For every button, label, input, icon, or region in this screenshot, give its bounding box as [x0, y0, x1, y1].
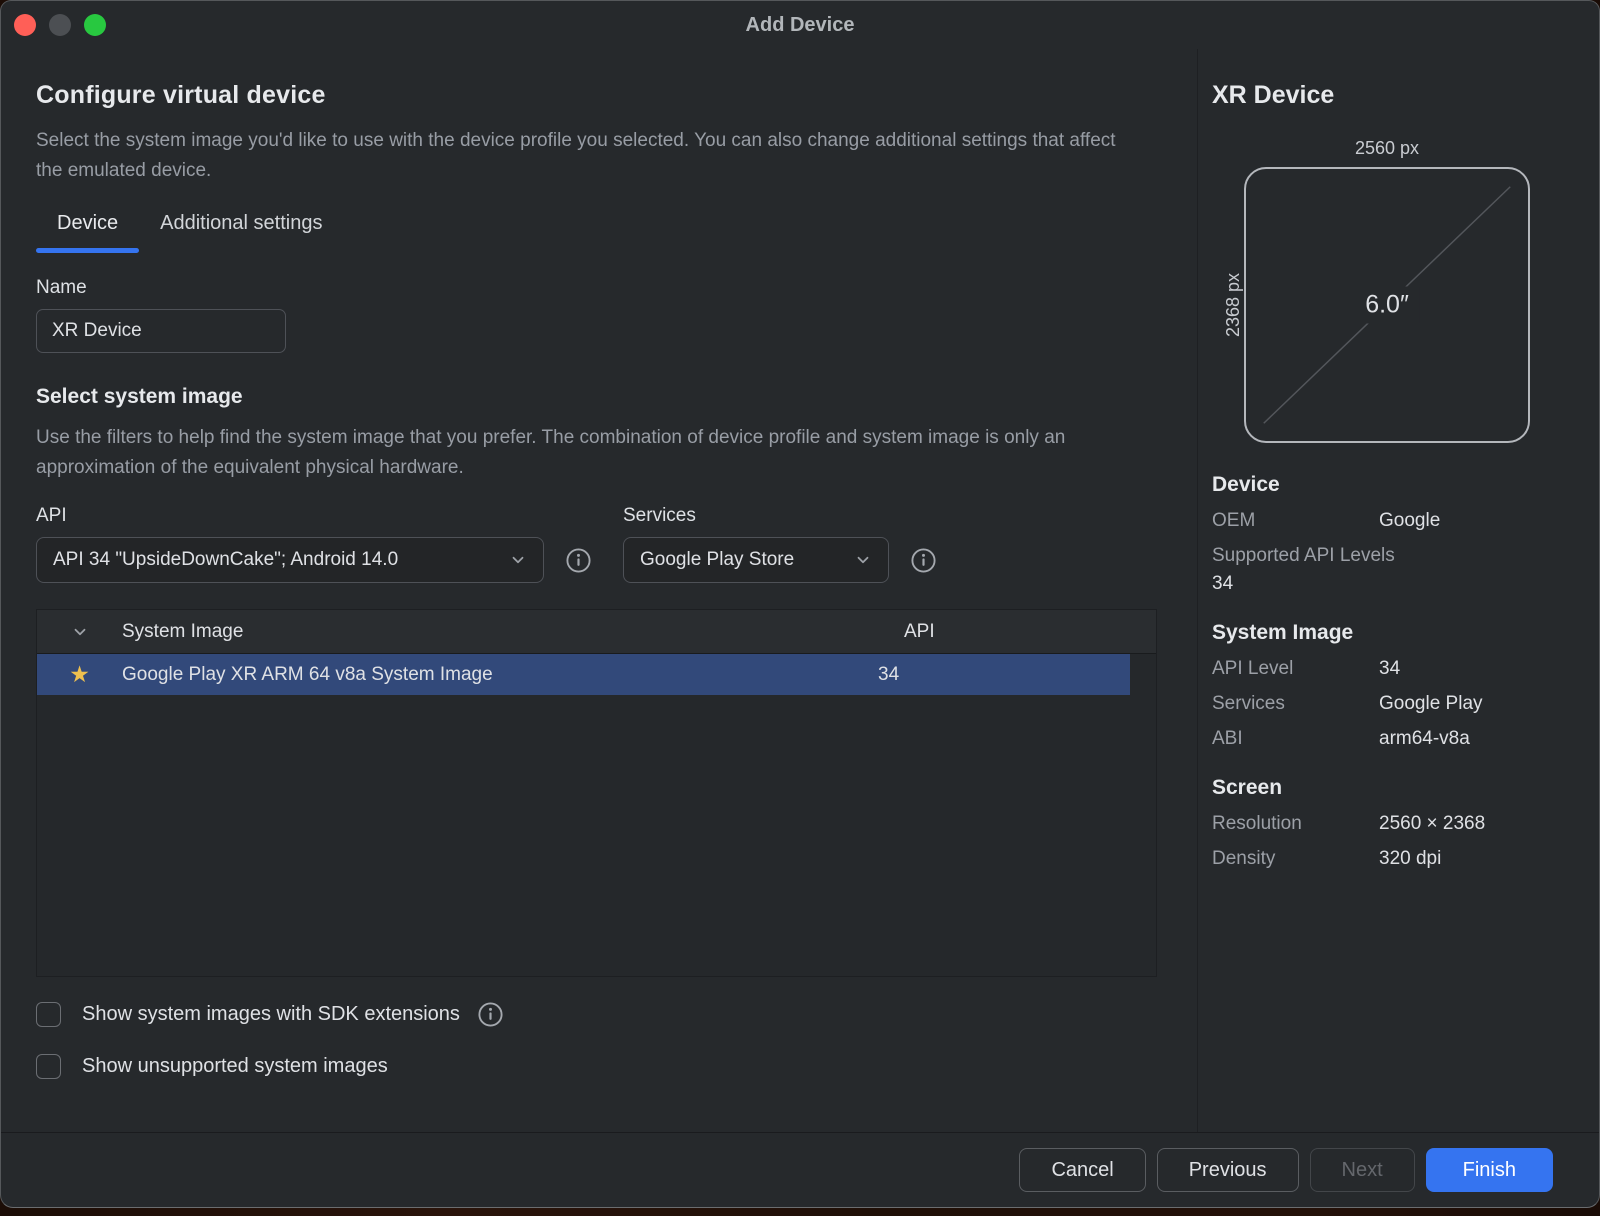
chevron-down-icon [854, 551, 872, 569]
configure-pane: Configure virtual device Select the syst… [1, 49, 1197, 1132]
select-system-image-heading: Select system image [36, 385, 1157, 409]
api-filter-group: API API 34 "UpsideDownCake"; Android 14.… [36, 505, 591, 583]
system-image-api: 34 [878, 664, 1130, 686]
tab-additional-settings[interactable]: Additional settings [139, 212, 343, 253]
supported-api-row: Supported API Levels 34 [1212, 545, 1581, 595]
column-header-system-image[interactable]: System Image [122, 621, 904, 643]
screen-outline: 6.0″ [1244, 167, 1530, 443]
api-level-value: 34 [1379, 658, 1581, 680]
density-row: Density 320 dpi [1212, 848, 1581, 870]
density-value: 320 dpi [1379, 848, 1581, 870]
next-button[interactable]: Next [1310, 1148, 1415, 1192]
resolution-row: Resolution 2560 × 2368 [1212, 813, 1581, 835]
close-window-button[interactable] [14, 14, 36, 36]
chevron-down-icon [509, 551, 527, 569]
zoom-window-button[interactable] [84, 14, 106, 36]
density-label: Density [1212, 848, 1379, 870]
tab-device[interactable]: Device [36, 212, 139, 253]
screen-diagonal-size: 6.0″ [1355, 287, 1419, 324]
services-dropdown-value: Google Play Store [640, 549, 840, 571]
page-description: Select the system image you'd like to us… [36, 126, 1126, 186]
services-info-icon[interactable] [911, 548, 936, 573]
finish-button[interactable]: Finish [1426, 1148, 1553, 1192]
favorite-star-icon[interactable]: ★ [69, 663, 90, 686]
device-name-input[interactable] [36, 309, 286, 353]
page-title: Configure virtual device [36, 81, 1157, 110]
minimize-window-button[interactable] [49, 14, 71, 36]
services-value: Google Play [1379, 693, 1581, 715]
services-filter-label: Services [623, 505, 936, 527]
oem-label: OEM [1212, 510, 1379, 532]
abi-label: ABI [1212, 728, 1379, 750]
screen-section-heading: Screen [1212, 776, 1581, 800]
traffic-lights [14, 14, 106, 36]
services-label: Services [1212, 693, 1379, 715]
oem-value: Google [1379, 510, 1581, 532]
device-summary-title: XR Device [1212, 81, 1581, 110]
sdk-extensions-checkbox[interactable] [36, 1002, 61, 1027]
sdk-extensions-label: Show system images with SDK extensions [82, 1003, 460, 1026]
device-section-heading: Device [1212, 473, 1581, 497]
api-level-label: API Level [1212, 658, 1379, 680]
services-filter-group: Services Google Play Store [623, 505, 936, 583]
tab-bar: Device Additional settings [36, 212, 1157, 253]
resolution-value: 2560 × 2368 [1379, 813, 1581, 835]
supported-api-value: 34 [1212, 573, 1581, 595]
filters-row: API API 34 "UpsideDownCake"; Android 14.… [36, 505, 1157, 583]
select-system-image-description: Use the filters to help find the system … [36, 423, 1126, 483]
api-info-icon[interactable] [566, 548, 591, 573]
window-title: Add Device [746, 14, 855, 37]
unsupported-images-label: Show unsupported system images [82, 1055, 388, 1078]
services-dropdown[interactable]: Google Play Store [623, 537, 889, 583]
unsupported-images-checkline: Show unsupported system images [36, 1051, 1157, 1081]
system-image-section-heading: System Image [1212, 621, 1581, 645]
sdk-extensions-checkline: Show system images with SDK extensions [36, 999, 1157, 1029]
supported-api-label: Supported API Levels [1212, 545, 1581, 567]
oem-row: OEM Google [1212, 510, 1581, 532]
sdk-extensions-info-icon[interactable] [478, 1002, 503, 1027]
services-row: Services Google Play [1212, 693, 1581, 715]
resolution-label: Resolution [1212, 813, 1379, 835]
system-image-name: Google Play XR ARM 64 v8a System Image [122, 664, 878, 686]
title-bar: Add Device [1, 1, 1599, 49]
unsupported-images-checkbox[interactable] [36, 1054, 61, 1079]
table-header: System Image API [37, 610, 1156, 654]
system-image-table: System Image API ★ Google Play XR ARM 64… [36, 609, 1157, 977]
api-dropdown[interactable]: API 34 "UpsideDownCake"; Android 14.0 [36, 537, 544, 583]
previous-button[interactable]: Previous [1157, 1148, 1299, 1192]
screen-width-label: 2560 px [1244, 138, 1530, 159]
add-device-dialog: Add Device Configure virtual device Sele… [0, 0, 1600, 1208]
abi-value: arm64-v8a [1379, 728, 1581, 750]
api-level-row: API Level 34 [1212, 658, 1581, 680]
dialog-content: Configure virtual device Select the syst… [1, 49, 1599, 1132]
screen-height-label: 2368 px [1212, 167, 1244, 443]
api-dropdown-value: API 34 "UpsideDownCake"; Android 14.0 [53, 549, 495, 571]
expand-all-icon[interactable] [71, 623, 89, 641]
abi-row: ABI arm64-v8a [1212, 728, 1581, 750]
table-row[interactable]: ★ Google Play XR ARM 64 v8a System Image… [37, 654, 1130, 695]
name-label: Name [36, 277, 1157, 299]
dialog-footer: Cancel Previous Next Finish [1, 1132, 1599, 1207]
screen-diagram: 2560 px 2368 px 6.0″ [1212, 138, 1530, 443]
column-header-api[interactable]: API [904, 621, 1156, 643]
api-filter-label: API [36, 505, 591, 527]
device-summary-panel: XR Device 2560 px 2368 px 6.0″ Device OE… [1197, 49, 1599, 1132]
cancel-button[interactable]: Cancel [1019, 1148, 1145, 1192]
